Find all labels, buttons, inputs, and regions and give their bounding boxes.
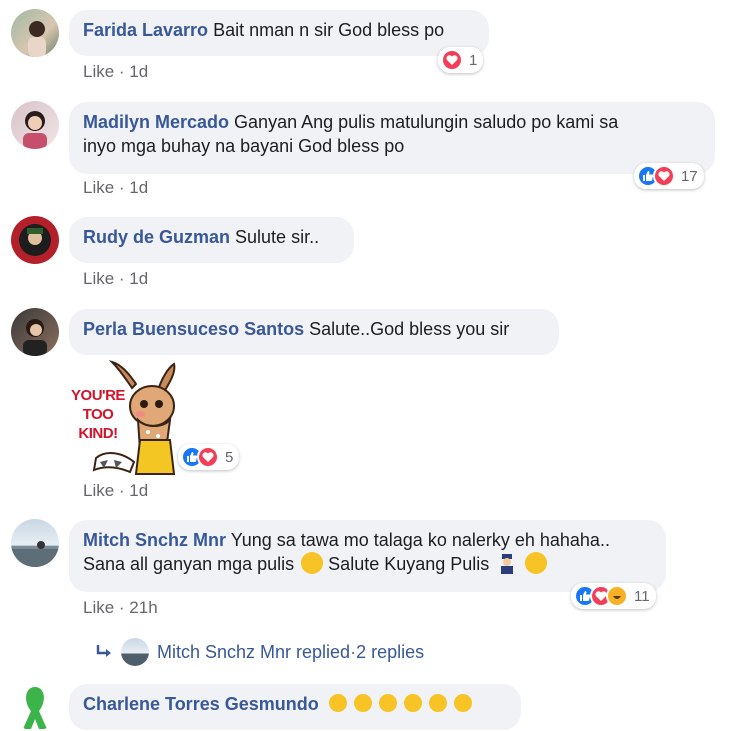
- comment-actions: Like · 1d: [83, 269, 148, 289]
- like-button[interactable]: Like: [83, 269, 114, 288]
- comment-bubble: Mitch Snchz Mnr Yung sa tawa mo talaga k…: [69, 520, 666, 592]
- clap-emoji-icon: [402, 692, 424, 714]
- replies-avatar: [121, 638, 149, 666]
- clap-emoji-icon: [427, 692, 449, 714]
- like-button[interactable]: Like: [83, 178, 114, 197]
- comment-bubble: Perla Buensuceso Santos Salute..God bles…: [69, 309, 559, 355]
- comment-text: Sulute sir..: [235, 227, 320, 247]
- comment-time[interactable]: 1d: [129, 178, 148, 197]
- separator: ·: [114, 62, 130, 81]
- separator: ·: [114, 178, 130, 197]
- heart-icon: [197, 446, 219, 468]
- comment-bubble: Charlene Torres Gesmundo: [69, 684, 521, 730]
- clap-emoji-icon: [452, 692, 474, 714]
- avatar[interactable]: [11, 9, 59, 57]
- comment-actions: Like · 1d: [83, 62, 148, 82]
- comment-bubble: Madilyn Mercado Ganyan Ang pulis matulun…: [69, 102, 715, 174]
- sticker-text: YOU'RE TOO KIND!: [71, 387, 125, 442]
- comment-text-line: Yung sa tawa mo talaga ko nalerky eh hah…: [230, 530, 610, 550]
- reaction-summary[interactable]: 11: [571, 583, 656, 609]
- comment-author[interactable]: Farida Lavarro: [83, 20, 208, 40]
- police-officer-emoji-icon: [496, 552, 518, 574]
- comment-actions: Like · 1d: [83, 481, 148, 501]
- separator: ·: [114, 269, 130, 288]
- comment-bubble: Rudy de Guzman Sulute sir..: [69, 217, 354, 263]
- reply-arrow-icon: [95, 642, 115, 662]
- comment-time[interactable]: 1d: [129, 62, 148, 81]
- like-button[interactable]: Like: [83, 62, 114, 81]
- reaction-summary[interactable]: 1: [438, 47, 484, 73]
- reaction-count: 5: [225, 448, 234, 466]
- clap-emoji-icon: [352, 692, 374, 714]
- separator: ·: [114, 481, 130, 500]
- comment-time[interactable]: 1d: [129, 481, 148, 500]
- comment-text-line: inyo mga buhay na bayani God bless po: [83, 136, 405, 156]
- comment-actions: Like · 1d: [83, 178, 148, 198]
- comment-text-line: Ganyan Ang pulis matulungin saludo po ka…: [234, 112, 619, 132]
- like-button[interactable]: Like: [83, 481, 114, 500]
- comment-time[interactable]: 1d: [129, 269, 148, 288]
- avatar[interactable]: [11, 519, 59, 567]
- avatar[interactable]: [11, 216, 59, 264]
- hug-emoji-icon: [301, 552, 324, 574]
- avatar[interactable]: [11, 101, 59, 149]
- heart-icon: [441, 49, 463, 71]
- view-replies-link[interactable]: Mitch Snchz Mnr replied · 2 replies: [95, 638, 424, 666]
- reaction-summary[interactable]: 5: [178, 444, 240, 470]
- replies-author: Mitch Snchz Mnr replied: [157, 641, 351, 662]
- comment-author[interactable]: Madilyn Mercado: [83, 112, 229, 132]
- replies-count: 2 replies: [356, 641, 425, 662]
- comment-bubble: Farida Lavarro Bait nman n sir God bless…: [69, 10, 489, 56]
- reaction-summary[interactable]: 17: [634, 163, 704, 189]
- like-button[interactable]: Like: [83, 598, 114, 617]
- haha-reaction-icon: [606, 585, 628, 607]
- comment-text: Salute..God bless you sir: [309, 319, 510, 339]
- comment-author[interactable]: Mitch Snchz Mnr: [83, 530, 226, 550]
- comment-text-line: Salute Kuyang Pulis: [328, 554, 490, 574]
- comment-text: Bait nman n sir God bless po: [213, 20, 445, 40]
- comment-time[interactable]: 21h: [129, 598, 157, 617]
- clap-emoji-icon: [327, 692, 349, 714]
- comment-text-line: Sana all ganyan mga pulis: [83, 554, 295, 574]
- reaction-count: 17: [681, 167, 698, 185]
- avatar[interactable]: [11, 683, 59, 731]
- reaction-count: 1: [469, 51, 478, 69]
- relieved-face-emoji-icon: [525, 552, 548, 574]
- sticker[interactable]: YOU'RE TOO KIND!: [66, 358, 192, 476]
- reaction-count: 11: [634, 587, 650, 605]
- comment-author[interactable]: Perla Buensuceso Santos: [83, 319, 304, 339]
- comment-author[interactable]: Charlene Torres Gesmundo: [83, 694, 319, 714]
- heart-icon: [653, 165, 675, 187]
- clap-emoji-icon: [377, 692, 399, 714]
- comment-author[interactable]: Rudy de Guzman: [83, 227, 230, 247]
- comment-actions: Like · 21h: [83, 598, 158, 618]
- separator: ·: [114, 598, 130, 617]
- avatar[interactable]: [11, 308, 59, 356]
